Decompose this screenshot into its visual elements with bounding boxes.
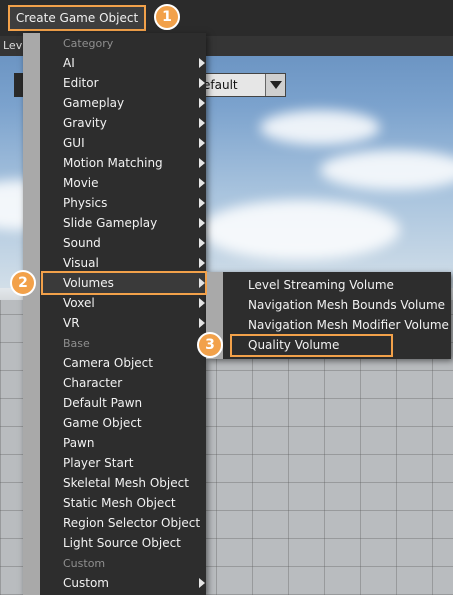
menu-item-label: Voxel [63, 296, 95, 310]
submenu-arrow-icon [199, 278, 205, 288]
menu-item-volumes[interactable]: Volumes [40, 273, 206, 293]
menu-item-label: Motion Matching [63, 156, 163, 170]
menu-item-label: Camera Object [63, 356, 153, 370]
menu-item-physics[interactable]: Physics [40, 193, 206, 213]
menu-item-visual[interactable]: Visual [40, 253, 206, 273]
menu-item-region-selector-object[interactable]: Region Selector Object [40, 513, 206, 533]
submenu-item-level-streaming-volume[interactable]: Level Streaming Volume [223, 275, 451, 295]
submenu-item-navigation-mesh-modifier-volume[interactable]: Navigation Mesh Modifier Volume [223, 315, 451, 335]
menu-item-label: Physics [63, 196, 108, 210]
base-header: Base [63, 337, 90, 350]
submenu-arrow-icon [199, 318, 205, 328]
submenu-arrow-icon [199, 58, 205, 68]
menu-item-label: Static Mesh Object [63, 496, 176, 510]
menu-item-default-pawn[interactable]: Default Pawn [40, 393, 206, 413]
submenu-arrow-icon [199, 258, 205, 268]
menu-item-game-object[interactable]: Game Object [40, 413, 206, 433]
menu-item-label: Volumes [63, 276, 114, 290]
menu-item-label: AI [63, 56, 75, 70]
menu-gutter [23, 33, 40, 595]
custom-header: Custom [63, 557, 106, 570]
menu-item-label: Light Source Object [63, 536, 181, 550]
menu-item-vr[interactable]: VR [40, 313, 206, 333]
create-object-menu: Category AI Editor Gameplay Gravity GUI … [23, 33, 206, 595]
menu-item-label: Skeletal Mesh Object [63, 476, 189, 490]
menu-item-sound[interactable]: Sound [40, 233, 206, 253]
submenu-arrow-icon [199, 298, 205, 308]
submenu-item-navigation-mesh-bounds-volume[interactable]: Navigation Mesh Bounds Volume [223, 295, 451, 315]
menu-item-pawn[interactable]: Pawn [40, 433, 206, 453]
step-badge-1: 1 [154, 4, 180, 30]
menu-item-editor[interactable]: Editor [40, 73, 206, 93]
cloud [200, 200, 400, 260]
submenu-arrow-icon [199, 238, 205, 248]
menu-item-motion-matching[interactable]: Motion Matching [40, 153, 206, 173]
submenu-arrow-icon [199, 78, 205, 88]
menu-item-label: Sound [63, 236, 101, 250]
menu-item-ai[interactable]: AI [40, 53, 206, 73]
menu-item-label: VR [63, 316, 80, 330]
menu-item-gui[interactable]: GUI [40, 133, 206, 153]
level-tab-label[interactable]: Lev [3, 39, 22, 52]
category-header: Category [63, 37, 114, 50]
menu-item-static-mesh-object[interactable]: Static Mesh Object [40, 493, 206, 513]
menu-item-label: Character [63, 376, 123, 390]
submenu-item-label: Navigation Mesh Bounds Volume [248, 298, 446, 312]
menu-item-label: Gravity [63, 116, 107, 130]
menu-item-label: GUI [63, 136, 85, 150]
step-badge-2: 2 [10, 270, 36, 296]
menu-item-label: Default Pawn [63, 396, 143, 410]
menu-item-skeletal-mesh-object[interactable]: Skeletal Mesh Object [40, 473, 206, 493]
submenu-item-label: Quality Volume [248, 338, 340, 352]
menu-item-label: Player Start [63, 456, 134, 470]
submenu-item-label: Navigation Mesh Modifier Volume [248, 318, 449, 332]
submenu-arrow-icon [199, 138, 205, 148]
create-game-object-button[interactable]: Create Game Object [8, 5, 146, 31]
menu-item-label: Pawn [63, 436, 95, 450]
submenu-arrow-icon [199, 98, 205, 108]
menu-item-label: Visual [63, 256, 99, 270]
top-toolbar: Create Game Object [0, 0, 453, 36]
menu-item-label: Editor [63, 76, 99, 90]
submenu-item-label: Level Streaming Volume [248, 278, 394, 292]
menu-item-camera-object[interactable]: Camera Object [40, 353, 206, 373]
submenu-item-quality-volume[interactable]: Quality Volume [223, 335, 451, 355]
menu-item-slide-gameplay[interactable]: Slide Gameplay [40, 213, 206, 233]
volumes-submenu: Level Streaming Volume Navigation Mesh B… [206, 272, 451, 359]
menu-item-movie[interactable]: Movie [40, 173, 206, 193]
menu-item-player-start[interactable]: Player Start [40, 453, 206, 473]
menu-item-custom[interactable]: Custom [40, 573, 206, 593]
menu-item-label: Region Selector Object [63, 516, 201, 530]
menu-item-label: Game Object [63, 416, 142, 430]
dropdown-value: efault [203, 78, 238, 92]
menu-item-label: Custom [63, 576, 109, 590]
submenu-arrow-icon [199, 578, 205, 588]
submenu-arrow-icon [199, 118, 205, 128]
menu-item-label: Slide Gameplay [63, 216, 158, 230]
step-badge-3: 3 [197, 332, 223, 358]
submenu-arrow-icon [199, 218, 205, 228]
menu-item-gravity[interactable]: Gravity [40, 113, 206, 133]
chevron-down-icon[interactable] [265, 74, 285, 96]
menu-item-voxel[interactable]: Voxel [40, 293, 206, 313]
menu-item-character[interactable]: Character [40, 373, 206, 393]
menu-item-label: Gameplay [63, 96, 125, 110]
submenu-arrow-icon [199, 178, 205, 188]
submenu-arrow-icon [199, 158, 205, 168]
submenu-arrow-icon [199, 198, 205, 208]
cloud [320, 150, 453, 190]
menu-item-label: Movie [63, 176, 99, 190]
preset-dropdown[interactable]: efault [200, 73, 286, 97]
menu-item-light-source-object[interactable]: Light Source Object [40, 533, 206, 553]
menu-item-gameplay[interactable]: Gameplay [40, 93, 206, 113]
cloud [260, 110, 380, 145]
